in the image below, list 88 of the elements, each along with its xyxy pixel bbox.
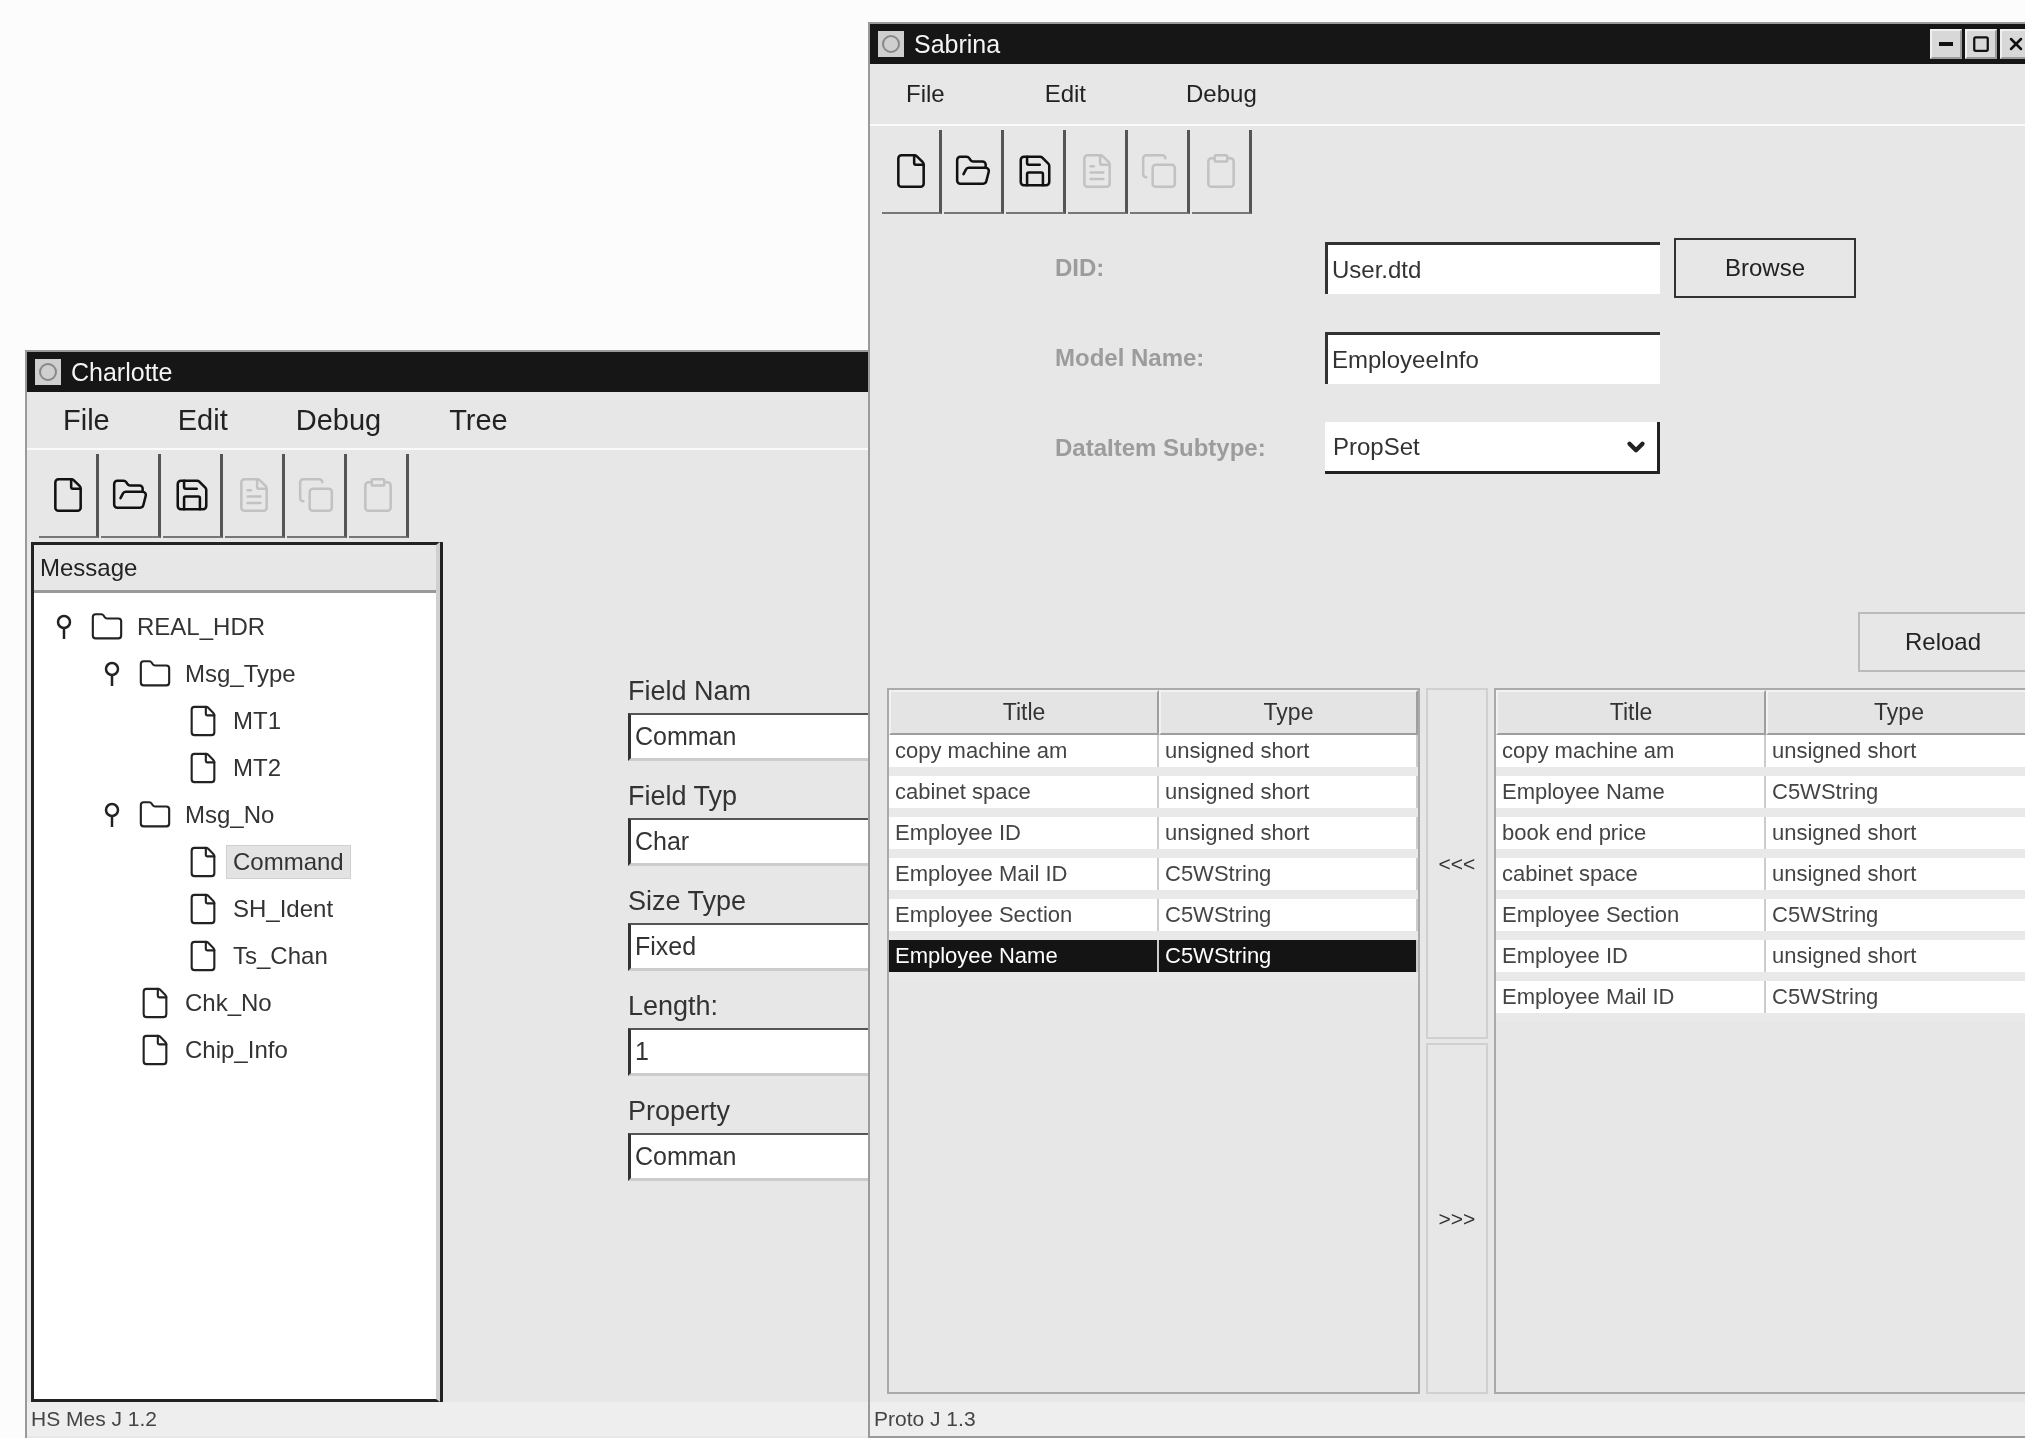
- field-label: Field Nam: [628, 676, 753, 707]
- table-cell: Employee Mail ID: [889, 858, 1159, 890]
- field-label: Property: [628, 1096, 732, 1127]
- table-cell: Employee Section: [889, 899, 1159, 931]
- tree-node[interactable]: SH_Ident: [226, 891, 341, 926]
- input-field[interactable]: Char: [628, 818, 868, 866]
- input-field[interactable]: User.dtd: [1325, 242, 1660, 294]
- field-label: Field Typ: [628, 781, 739, 812]
- column-header[interactable]: Type: [1159, 690, 1418, 735]
- table-cell: C5WString: [1159, 940, 1418, 972]
- table-cell: C5WString: [1766, 899, 2025, 931]
- menu-item[interactable]: Debug: [295, 403, 382, 437]
- reload-button[interactable]: Reload: [1858, 612, 2025, 672]
- toolbar-button[interactable]: [1006, 130, 1066, 214]
- tree-node[interactable]: Msg_Type: [178, 656, 303, 691]
- status-bar: HS Mes J 1.2: [27, 1402, 868, 1436]
- table-cell: C5WString: [1159, 899, 1418, 931]
- column-header[interactable]: Title: [889, 690, 1159, 735]
- form-label: DataItem Subtype:: [1055, 434, 1267, 462]
- table-cell: C5WString: [1159, 858, 1418, 890]
- copy-icon: [1139, 152, 1178, 190]
- move-right-button[interactable]: >>>: [1426, 1043, 1488, 1394]
- app-icon: [876, 29, 906, 59]
- field-label: Length:: [628, 991, 720, 1022]
- menu-item[interactable]: Debug: [1186, 80, 1257, 108]
- tree-node[interactable]: Command: [226, 844, 351, 879]
- expand-handle-icon[interactable]: [103, 660, 121, 687]
- minimize-icon: [1939, 42, 1953, 46]
- table-cell: unsigned short: [1766, 858, 2025, 890]
- form-label: DID:: [1055, 254, 1106, 282]
- table-cell: Employee Name: [1496, 776, 1766, 808]
- close-button[interactable]: [2000, 29, 2025, 59]
- table-cell: C5WString: [1766, 981, 2025, 1013]
- table-cell: copy machine am: [889, 735, 1159, 767]
- copy-icon: [296, 476, 335, 514]
- window-title: Sabrina: [914, 29, 1002, 59]
- tree-node[interactable]: MT1: [226, 703, 288, 738]
- table-cell: unsigned short: [1766, 817, 2025, 849]
- field-label: Size Type: [628, 886, 748, 917]
- status-bar: Proto J 1.3: [870, 1402, 2025, 1436]
- tree-header: Message: [34, 545, 436, 593]
- toolbar-button[interactable]: [101, 454, 161, 538]
- table-cell: Employee Name: [889, 940, 1159, 972]
- table-cell: C5WString: [1766, 776, 2025, 808]
- table-cell: Employee Section: [1496, 899, 1766, 931]
- menu-item[interactable]: Edit: [177, 403, 228, 437]
- table-cell: book end price: [1496, 817, 1766, 849]
- table-cell: unsigned short: [1159, 817, 1418, 849]
- tree-node[interactable]: REAL_HDR: [130, 609, 273, 644]
- tree-node[interactable]: MT2: [226, 750, 288, 785]
- table-cell: Employee ID: [889, 817, 1159, 849]
- maximize-button[interactable]: [1965, 29, 1997, 59]
- table-cell: unsigned short: [1766, 735, 2025, 767]
- input-field[interactable]: 1: [628, 1028, 868, 1076]
- toolbar-button[interactable]: [944, 130, 1004, 214]
- tree-node[interactable]: Chk_No: [178, 985, 279, 1020]
- browse-button[interactable]: Browse: [1674, 238, 1856, 298]
- table-cell: cabinet space: [1496, 858, 1766, 890]
- tree-node[interactable]: Chip_Info: [178, 1032, 295, 1067]
- app-icon: [33, 357, 63, 387]
- table-cell: unsigned short: [1766, 940, 2025, 972]
- maximize-icon: [1972, 35, 1990, 53]
- table-cell: Employee Mail ID: [1496, 981, 1766, 1013]
- window-title: Charlotte: [71, 357, 174, 387]
- input-field[interactable]: Fixed: [628, 923, 868, 971]
- menu-item[interactable]: Tree: [449, 403, 508, 437]
- tree-node[interactable]: Ts_Chan: [226, 938, 335, 973]
- column-header[interactable]: Type: [1766, 690, 2025, 735]
- menu-item[interactable]: File: [906, 80, 945, 108]
- input-field[interactable]: EmployeeInfo: [1325, 332, 1660, 384]
- menu-item[interactable]: File: [63, 403, 110, 437]
- column-header[interactable]: Title: [1496, 690, 1766, 735]
- table-cell: Employee ID: [1496, 940, 1766, 972]
- form-label: Model Name:: [1055, 344, 1206, 372]
- tree-node[interactable]: Msg_No: [178, 797, 282, 832]
- move-left-button[interactable]: <<<: [1426, 688, 1488, 1039]
- input-field[interactable]: Comman: [628, 1133, 868, 1181]
- toolbar-button[interactable]: [163, 454, 223, 538]
- input-field[interactable]: Comman: [628, 713, 868, 761]
- dropdown[interactable]: PropSet: [1325, 422, 1660, 474]
- expand-handle-icon[interactable]: [55, 613, 73, 640]
- menu-item[interactable]: Edit: [1044, 80, 1087, 108]
- table-cell: copy machine am: [1496, 735, 1766, 767]
- table-cell: unsigned short: [1159, 776, 1418, 808]
- expand-handle-icon[interactable]: [103, 801, 121, 828]
- table-cell: cabinet space: [889, 776, 1159, 808]
- table-cell: unsigned short: [1159, 735, 1418, 767]
- minimize-button[interactable]: [1930, 29, 1962, 59]
